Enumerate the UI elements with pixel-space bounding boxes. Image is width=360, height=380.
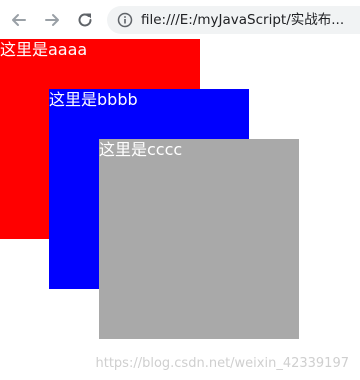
watermark: https://blog.csdn.net/weixin_42339197 [95, 356, 349, 371]
address-bar[interactable]: file:///E:/myJavaScript/实战布... [107, 6, 360, 34]
box-cccc: 这里是cccc [99, 139, 299, 339]
arrow-right-icon [45, 14, 59, 26]
box-cccc-label: 这里是cccc [99, 140, 183, 159]
box-bbbb-label: 这里是bbbb [49, 90, 138, 109]
reload-icon [78, 13, 92, 27]
arrow-left-icon [12, 14, 26, 26]
info-icon[interactable] [117, 12, 133, 28]
forward-button[interactable] [42, 10, 62, 30]
reload-button[interactable] [75, 10, 95, 30]
browser-toolbar: file:///E:/myJavaScript/实战布... [0, 0, 360, 39]
page-content: 这里是aaaa 这里是bbbb 这里是cccc [0, 39, 360, 380]
url-text[interactable]: file:///E:/myJavaScript/实战布... [141, 11, 344, 29]
back-button[interactable] [9, 10, 29, 30]
box-aaaa-label: 这里是aaaa [0, 40, 88, 59]
